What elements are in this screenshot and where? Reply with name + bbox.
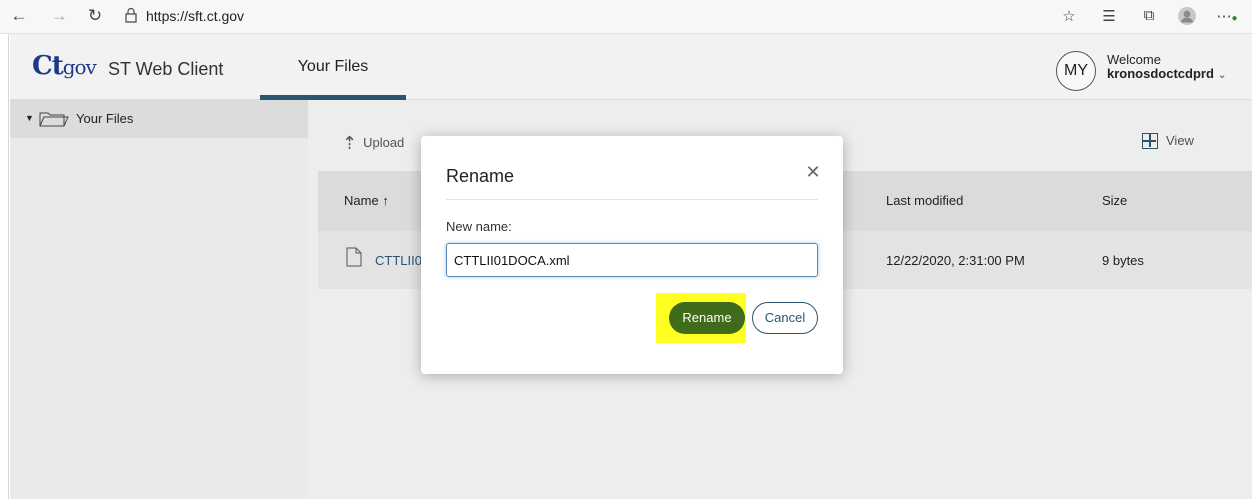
user-menu[interactable]: Welcome kronosdoctcdprd ⌄ — [1107, 53, 1227, 82]
tab-your-files[interactable]: Your Files — [260, 34, 406, 100]
lock-icon — [125, 7, 137, 23]
profile-icon[interactable] — [1176, 7, 1198, 29]
chevron-down-icon[interactable]: ⌄ — [1218, 69, 1227, 81]
favorite-star-icon[interactable]: ☆ — [1058, 7, 1080, 25]
window-edge — [0, 34, 9, 499]
app-header: Ctgov ST Web Client Your Files MY Welcom… — [10, 34, 1252, 100]
rename-dialog: Rename ✕ New name: Rename Cancel — [421, 136, 843, 374]
cancel-button[interactable]: Cancel — [752, 302, 818, 334]
ct-gov-logo[interactable]: Ctgov — [32, 51, 97, 81]
avatar[interactable]: MY — [1056, 51, 1096, 91]
back-icon[interactable]: ← — [8, 6, 30, 26]
close-icon[interactable]: ✕ — [803, 162, 823, 183]
app-title: ST Web Client — [108, 59, 224, 79]
new-name-label: New name: — [446, 219, 512, 234]
more-icon[interactable]: ⋯● — [1216, 7, 1238, 25]
expand-triangle-icon[interactable]: ▼ — [25, 113, 34, 123]
collections-icon[interactable]: ⧉ — [1138, 7, 1160, 24]
address-bar[interactable]: https://sft.ct.gov — [146, 8, 244, 24]
sidebar: ▼ Your Files — [10, 100, 308, 499]
browser-toolbar: ← → ↻ https://sft.ct.gov ☆ ☰ ⧉ ⋯● — [0, 0, 1252, 34]
username: kronosdoctcdprd — [1107, 66, 1214, 81]
new-name-input[interactable] — [446, 243, 818, 277]
divider — [446, 199, 818, 200]
dialog-title: Rename — [446, 166, 515, 186]
refresh-icon[interactable]: ↻ — [84, 6, 106, 26]
favorites-list-icon[interactable]: ☰ — [1098, 7, 1120, 25]
welcome-label: Welcome — [1107, 52, 1161, 67]
sidebar-item-label: Your Files — [76, 111, 134, 126]
folder-icon — [39, 112, 69, 127]
forward-icon[interactable]: → — [48, 6, 70, 26]
sidebar-item-your-files[interactable]: ▼ Your Files — [10, 100, 308, 138]
rename-button[interactable]: Rename — [669, 302, 745, 334]
